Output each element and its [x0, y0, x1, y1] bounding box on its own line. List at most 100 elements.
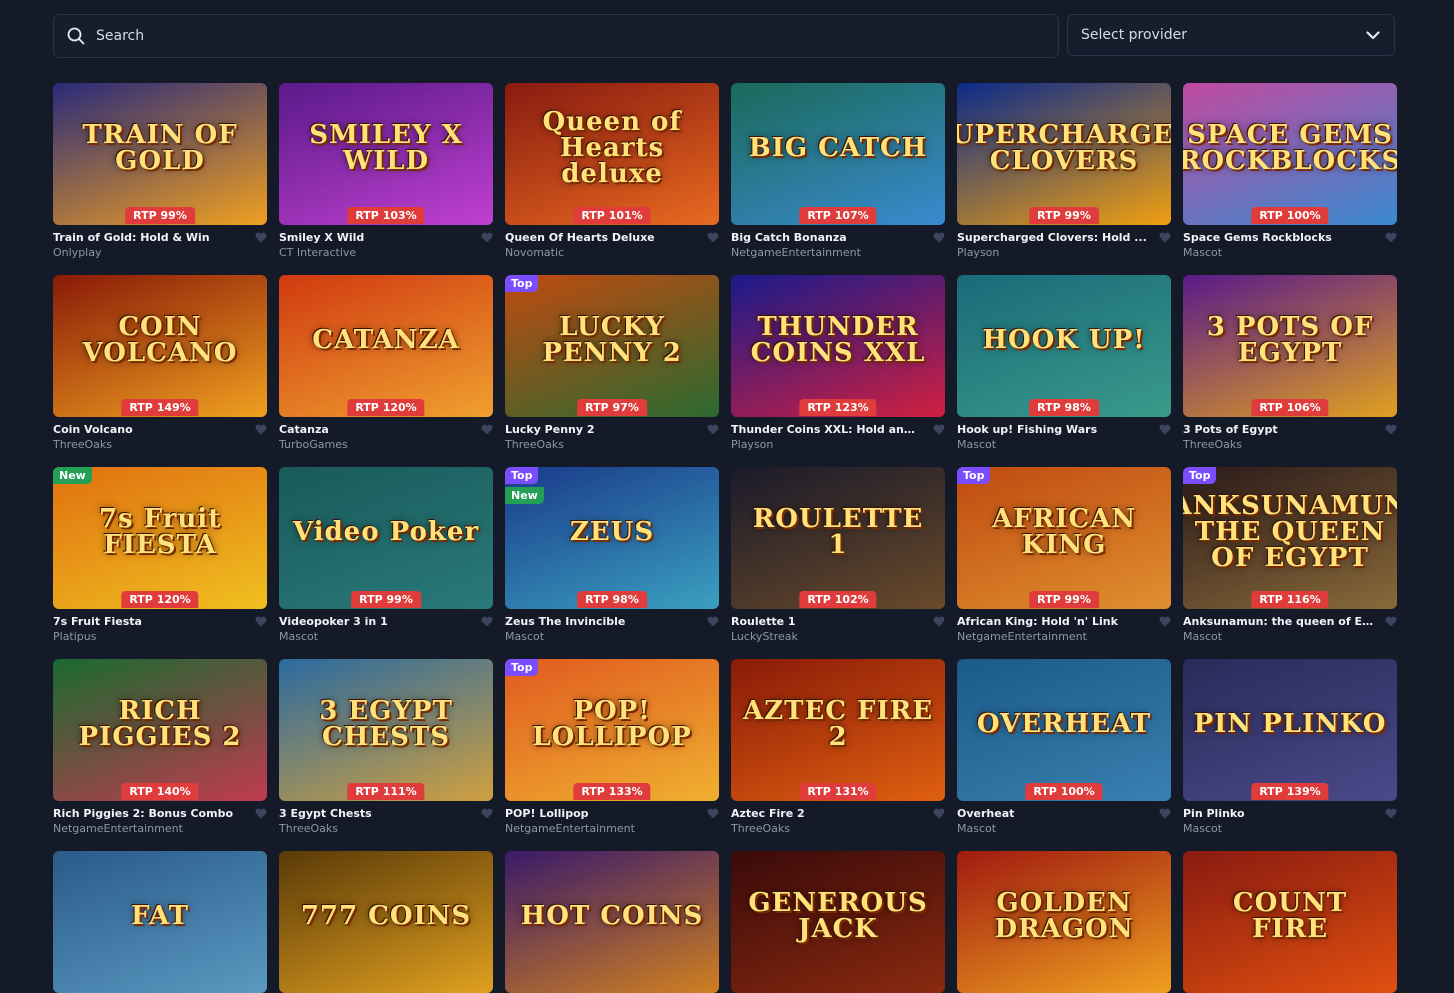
heart-icon[interactable] [1159, 808, 1171, 819]
heart-icon[interactable] [933, 424, 945, 435]
game-thumbnail[interactable]: 3 POTS OF EGYPT RTP 106% [1183, 275, 1397, 417]
game-title[interactable]: Pin Plinko [1183, 807, 1373, 821]
game-thumbnail[interactable]: HOT COINS [505, 851, 719, 993]
heart-icon[interactable] [1159, 232, 1171, 243]
game-thumbnail[interactable]: FAT [53, 851, 267, 993]
game-card[interactable]: ROULETTE 1 RTP 102% Roulette 1 LuckyStreak [731, 467, 945, 643]
game-card[interactable]: SUPERCHARGED CLOVERS RTP 99% Supercharged … [957, 83, 1171, 259]
game-title[interactable]: Zeus The Invincible [505, 615, 695, 629]
heart-icon[interactable] [707, 232, 719, 243]
search-input[interactable] [94, 27, 998, 45]
game-thumbnail[interactable]: HOOK UP! RTP 98% [957, 275, 1171, 417]
game-thumbnail[interactable]: COIN VOLCANO RTP 149% [53, 275, 267, 417]
heart-icon[interactable] [707, 616, 719, 627]
heart-icon[interactable] [255, 232, 267, 243]
game-thumbnail[interactable]: THUNDER COINS XXL RTP 123% [731, 275, 945, 417]
game-title[interactable]: 3 Egypt Chests [279, 807, 469, 821]
game-thumbnail[interactable]: AZTEC FIRE 2 RTP 131% [731, 659, 945, 801]
game-title[interactable]: Videopoker 3 in 1 [279, 615, 469, 629]
game-card[interactable]: AFRICAN KING Top RTP 99% African King: Hold… [957, 467, 1171, 643]
game-card[interactable]: GENEROUS JACK [731, 851, 945, 993]
heart-icon[interactable] [707, 424, 719, 435]
heart-icon[interactable] [255, 616, 267, 627]
game-card[interactable]: 3 POTS OF EGYPT RTP 106% 3 Pots of Egypt Th… [1183, 275, 1397, 451]
game-card[interactable]: 7s Fruit FIESTA New RTP 120% 7s Fruit Fiest… [53, 467, 267, 643]
game-thumbnail[interactable]: CATANZA RTP 120% [279, 275, 493, 417]
game-title[interactable]: Train of Gold: Hold & Win [53, 231, 243, 245]
game-thumbnail[interactable]: OVERHEAT RTP 100% [957, 659, 1171, 801]
game-card[interactable]: BIG CATCH RTP 107% Big Catch Bonanza Netgam… [731, 83, 945, 259]
game-card[interactable]: POP! LOLLIPOP Top RTP 133% POP! Lollipop Net… [505, 659, 719, 835]
game-card[interactable]: SMILEY X WILD RTP 103% Smiley X Wild CT Int… [279, 83, 493, 259]
game-title[interactable]: Coin Volcano [53, 423, 243, 437]
game-thumbnail[interactable]: LUCKY PENNY 2 Top RTP 97% [505, 275, 719, 417]
game-card[interactable]: LUCKY PENNY 2 Top RTP 97% Lucky Penny 2 Thre… [505, 275, 719, 451]
game-card[interactable]: CATANZA RTP 120% Catanza TurboGames [279, 275, 493, 451]
game-title[interactable]: 3 Pots of Egypt [1183, 423, 1373, 437]
game-thumbnail[interactable]: RICH PIGGIES 2 RTP 140% [53, 659, 267, 801]
game-card[interactable]: HOT COINS [505, 851, 719, 993]
game-card[interactable]: GOLDEN DRAGON [957, 851, 1171, 993]
game-title[interactable]: Lucky Penny 2 [505, 423, 695, 437]
game-title[interactable]: African King: Hold 'n' Link [957, 615, 1147, 629]
game-title[interactable]: Smiley X Wild [279, 231, 469, 245]
game-card[interactable]: THUNDER COINS XXL RTP 123% Thunder Coins X… [731, 275, 945, 451]
game-thumbnail[interactable]: COUNT FIRE [1183, 851, 1397, 993]
game-card[interactable]: ZEUS Top New RTP 98% Zeus The Invincible Masc… [505, 467, 719, 643]
game-title[interactable]: Supercharged Clovers: Hold ... [957, 231, 1147, 245]
game-thumbnail[interactable]: GOLDEN DRAGON [957, 851, 1171, 993]
game-card[interactable]: OVERHEAT RTP 100% Overheat Mascot [957, 659, 1171, 835]
game-thumbnail[interactable]: GENEROUS JACK [731, 851, 945, 993]
heart-icon[interactable] [1385, 232, 1397, 243]
heart-icon[interactable] [1385, 616, 1397, 627]
game-thumbnail[interactable]: Queen of Hearts deluxe RTP 101% [505, 83, 719, 225]
search-box[interactable] [53, 14, 1059, 58]
heart-icon[interactable] [1385, 808, 1397, 819]
heart-icon[interactable] [707, 808, 719, 819]
heart-icon[interactable] [1385, 424, 1397, 435]
game-card[interactable]: HOOK UP! RTP 98% Hook up! Fishing Wars Masc… [957, 275, 1171, 451]
game-thumbnail[interactable]: BIG CATCH RTP 107% [731, 83, 945, 225]
heart-icon[interactable] [481, 616, 493, 627]
game-title[interactable]: POP! Lollipop [505, 807, 695, 821]
game-title[interactable]: Space Gems Rockblocks [1183, 231, 1373, 245]
game-card[interactable]: Video Poker RTP 99% Videopoker 3 in 1 Masco… [279, 467, 493, 643]
game-thumbnail[interactable]: Video Poker RTP 99% [279, 467, 493, 609]
heart-icon[interactable] [933, 616, 945, 627]
game-title[interactable]: Overheat [957, 807, 1147, 821]
heart-icon[interactable] [481, 808, 493, 819]
game-title[interactable]: Queen Of Hearts Deluxe [505, 231, 695, 245]
game-thumbnail[interactable]: ROULETTE 1 RTP 102% [731, 467, 945, 609]
game-title[interactable]: Roulette 1 [731, 615, 921, 629]
heart-icon[interactable] [1159, 424, 1171, 435]
game-title[interactable]: Rich Piggies 2: Bonus Combo [53, 807, 243, 821]
game-card[interactable]: ANKSUNAMUN THE QUEEN OF EGYPT Top RTP 116%… [1183, 467, 1397, 643]
game-card[interactable]: 777 COINS [279, 851, 493, 993]
game-title[interactable]: Thunder Coins XXL: Hold and... [731, 423, 921, 437]
game-title[interactable]: Big Catch Bonanza [731, 231, 921, 245]
game-card[interactable]: SPACE GEMS ROCKBLOCKS RTP 100% Space Gems … [1183, 83, 1397, 259]
game-thumbnail[interactable]: SPACE GEMS ROCKBLOCKS RTP 100% [1183, 83, 1397, 225]
game-card[interactable]: TRAIN OF GOLD RTP 99% Train of Gold: Hold … [53, 83, 267, 259]
game-card[interactable]: 3 EGYPT CHESTS RTP 111% 3 Egypt Chests Thre… [279, 659, 493, 835]
game-thumbnail[interactable]: 777 COINS [279, 851, 493, 993]
game-title[interactable]: Hook up! Fishing Wars [957, 423, 1147, 437]
game-card[interactable]: RICH PIGGIES 2 RTP 140% Rich Piggies 2: Bo… [53, 659, 267, 835]
game-title[interactable]: Aztec Fire 2 [731, 807, 921, 821]
heart-icon[interactable] [933, 232, 945, 243]
game-thumbnail[interactable]: POP! LOLLIPOP Top RTP 133% [505, 659, 719, 801]
game-card[interactable]: AZTEC FIRE 2 RTP 131% Aztec Fire 2 ThreeOak… [731, 659, 945, 835]
game-thumbnail[interactable]: 3 EGYPT CHESTS RTP 111% [279, 659, 493, 801]
game-thumbnail[interactable]: ANKSUNAMUN THE QUEEN OF EGYPT Top RTP 116% [1183, 467, 1397, 609]
game-thumbnail[interactable]: ZEUS Top New RTP 98% [505, 467, 719, 609]
heart-icon[interactable] [255, 808, 267, 819]
game-card[interactable]: Queen of Hearts deluxe RTP 101% Queen Of H… [505, 83, 719, 259]
heart-icon[interactable] [481, 424, 493, 435]
game-card[interactable]: COIN VOLCANO RTP 149% Coin Volcano ThreeOak… [53, 275, 267, 451]
game-title[interactable]: 7s Fruit Fiesta [53, 615, 243, 629]
game-thumbnail[interactable]: 7s Fruit FIESTA New RTP 120% [53, 467, 267, 609]
game-card[interactable]: PIN PLINKO RTP 139% Pin Plinko Mascot [1183, 659, 1397, 835]
heart-icon[interactable] [933, 808, 945, 819]
provider-select[interactable]: Select provider [1067, 14, 1395, 56]
game-thumbnail[interactable]: TRAIN OF GOLD RTP 99% [53, 83, 267, 225]
